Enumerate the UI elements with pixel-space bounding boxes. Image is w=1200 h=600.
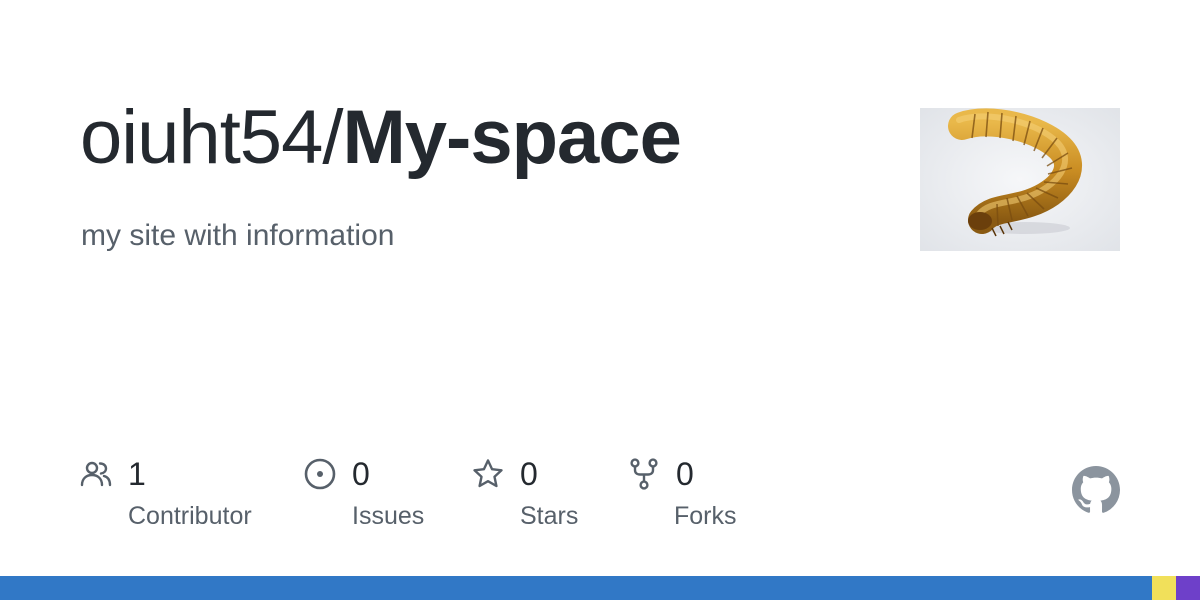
stat-label: Issues	[352, 502, 425, 530]
language-segment-secondary	[1152, 576, 1176, 600]
stat-issues[interactable]: 0 Issues	[304, 452, 464, 542]
github-icon[interactable]	[1072, 466, 1120, 514]
star-icon	[473, 459, 503, 488]
stat-contributors[interactable]: 1 Contributor	[80, 452, 280, 542]
stat-label: Stars	[520, 502, 579, 530]
stat-label: Contributor	[128, 502, 252, 530]
language-segment-primary	[0, 576, 1152, 600]
language-segment-tertiary	[1176, 576, 1200, 600]
stat-forks[interactable]: 0 Forks	[628, 452, 788, 542]
stat-value: 0	[676, 456, 694, 492]
stat-value: 0	[520, 456, 538, 492]
repo-avatar-image	[920, 108, 1120, 251]
repo-owner[interactable]: oiuht54/	[80, 95, 343, 180]
language-bar	[0, 576, 1200, 600]
issue-icon	[304, 458, 336, 490]
repo-name[interactable]: My-space	[342, 95, 681, 180]
repo-stats: 1 Contributor 0 Issues 0 Stars 0 Forks	[80, 452, 880, 542]
repo-social-card: oiuht54/My-space my site with informatio…	[0, 0, 1200, 600]
repo-description: my site with information	[81, 219, 395, 252]
stat-stars[interactable]: 0 Stars	[472, 452, 612, 542]
repo-title: oiuht54/My-space	[80, 88, 682, 188]
stat-value: 1	[128, 456, 146, 492]
stat-label: Forks	[674, 502, 737, 530]
people-icon	[80, 461, 112, 487]
mealworm-icon	[920, 108, 1120, 251]
fork-icon	[630, 458, 658, 490]
stat-value: 0	[352, 456, 370, 492]
